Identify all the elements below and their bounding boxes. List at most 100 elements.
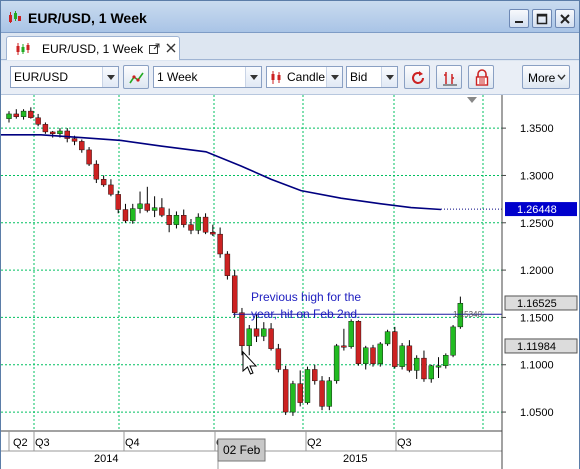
period-value: 1 Week xyxy=(157,70,198,84)
candle-up[interactable] xyxy=(326,380,333,407)
add-indicator-button[interactable] xyxy=(123,65,149,89)
candle-up[interactable] xyxy=(348,321,354,347)
previous-high-line-label: 1.15340 xyxy=(453,310,482,319)
candle-up[interactable] xyxy=(195,216,201,231)
candle-down[interactable] xyxy=(100,179,107,186)
candle-down[interactable] xyxy=(231,275,238,313)
period-select[interactable]: 1 Week xyxy=(153,66,262,88)
candle-up[interactable] xyxy=(173,215,180,225)
candle-up[interactable] xyxy=(261,328,267,337)
candle-up[interactable] xyxy=(443,355,449,366)
candle-down[interactable] xyxy=(253,328,260,337)
chart-type-select[interactable]: Candle xyxy=(266,66,343,88)
indicator-icon xyxy=(129,72,144,84)
candle-up[interactable] xyxy=(450,326,456,356)
lock-chart-button[interactable] xyxy=(468,65,494,89)
price-type-select[interactable]: Bid xyxy=(346,66,398,88)
x-quarter-label: Q4 xyxy=(125,437,140,449)
candle-down[interactable] xyxy=(115,194,121,210)
candle-down[interactable] xyxy=(421,357,427,380)
refresh-button[interactable] xyxy=(404,65,430,89)
candle-up[interactable] xyxy=(151,207,158,211)
candle-up[interactable] xyxy=(377,343,383,365)
y-tick-label: 1.3000 xyxy=(520,170,554,182)
candle-down[interactable] xyxy=(312,369,318,382)
candle-down[interactable] xyxy=(268,328,274,349)
y-tick-label: 1.2500 xyxy=(520,218,554,230)
candle-down[interactable] xyxy=(35,117,41,125)
candle-up[interactable] xyxy=(413,357,420,371)
candle-down[interactable] xyxy=(202,216,209,233)
candle-up[interactable] xyxy=(20,110,27,117)
candle-down[interactable] xyxy=(188,224,194,231)
x-quarter-label: Q2 xyxy=(13,437,28,449)
candle-down[interactable] xyxy=(319,380,325,407)
minimize-icon xyxy=(515,21,523,23)
candle-down[interactable] xyxy=(210,232,216,235)
y-tick-label: 1.1000 xyxy=(520,360,554,372)
candle-down[interactable] xyxy=(275,348,282,370)
candle-up[interactable] xyxy=(130,208,136,222)
candle-down[interactable] xyxy=(217,233,223,255)
chart-bars-button[interactable] xyxy=(436,65,462,89)
candle-down[interactable] xyxy=(122,209,129,222)
price-label-1: 1.11984 xyxy=(517,341,556,353)
title-bar[interactable]: EUR/USD, 1 Week xyxy=(1,1,579,33)
candle-up[interactable] xyxy=(435,365,442,368)
candle-up[interactable] xyxy=(57,130,63,135)
candle-down[interactable] xyxy=(49,131,56,135)
candle-down[interactable] xyxy=(355,321,362,364)
minimize-button[interactable] xyxy=(509,9,529,28)
candle-down[interactable] xyxy=(406,345,413,371)
chevron-down-icon xyxy=(326,67,342,87)
candle-up[interactable] xyxy=(363,347,369,364)
candle-down[interactable] xyxy=(86,149,92,165)
candle-down[interactable] xyxy=(93,163,100,180)
candle-up[interactable] xyxy=(333,345,340,382)
candle-down[interactable] xyxy=(28,110,34,118)
chart-area[interactable]: 1.15340 Previous high for the year, hit … xyxy=(1,95,579,469)
annotation-line-1[interactable]: Previous high for the xyxy=(251,290,361,304)
candle-down[interactable] xyxy=(370,347,376,364)
crosshair-date-label: 02 Feb xyxy=(223,443,261,457)
candle-up[interactable] xyxy=(137,203,143,209)
close-window-button[interactable] xyxy=(555,9,575,28)
candle-down[interactable] xyxy=(239,312,245,347)
close-tab-icon[interactable] xyxy=(166,43,176,53)
candle-down[interactable] xyxy=(144,203,151,211)
candle-up[interactable] xyxy=(290,383,296,413)
tab-eurusd-1-week[interactable]: EUR/USD, 1 Week xyxy=(6,36,180,60)
candle-down[interactable] xyxy=(282,369,289,413)
detach-icon[interactable] xyxy=(149,43,160,54)
candlestick-chart[interactable]: 1.15340 Previous high for the year, hit … xyxy=(1,95,579,469)
candle-chart-icon xyxy=(16,43,30,55)
candle-up[interactable] xyxy=(428,365,434,380)
y-tick-label: 1.0500 xyxy=(520,407,554,419)
candle-down[interactable] xyxy=(79,141,85,151)
candle-up[interactable] xyxy=(304,369,311,403)
maximize-button[interactable] xyxy=(532,9,552,28)
candle-up[interactable] xyxy=(246,328,252,347)
candle-down[interactable] xyxy=(159,207,165,216)
candle-up[interactable] xyxy=(6,113,12,119)
window-title: EUR/USD, 1 Week xyxy=(28,10,147,26)
candle-down[interactable] xyxy=(297,383,303,403)
candle-down[interactable] xyxy=(392,331,398,367)
x-year-label: 2014 xyxy=(94,453,118,465)
candle-down[interactable] xyxy=(181,215,187,225)
candle-down[interactable] xyxy=(13,113,19,117)
symbol-select[interactable]: EUR/USD xyxy=(10,66,119,88)
candle-up[interactable] xyxy=(384,331,391,345)
candle-down[interactable] xyxy=(224,253,231,276)
candle-up[interactable] xyxy=(399,345,405,367)
candle-down[interactable] xyxy=(166,215,172,225)
x-quarter-label: Q2 xyxy=(307,437,322,449)
candle-down[interactable] xyxy=(71,138,78,142)
more-button[interactable]: More xyxy=(522,65,570,89)
candle-down[interactable] xyxy=(108,184,114,195)
annotation-line-2[interactable]: year, hit on Feb 2nd. xyxy=(251,307,360,321)
chart-app-icon xyxy=(9,11,21,23)
chevron-down-icon xyxy=(102,67,118,87)
candle-down[interactable] xyxy=(341,345,347,348)
candle-down[interactable] xyxy=(42,124,49,133)
